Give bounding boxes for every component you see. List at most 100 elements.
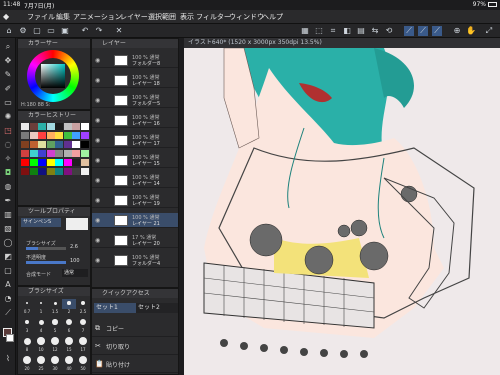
brush-size-preset[interactable]: 20 (20, 356, 34, 371)
brush-size-preset[interactable]: 2.5 (76, 299, 90, 314)
history-swatch[interactable] (80, 123, 89, 130)
brush-size-preset[interactable]: 7 (76, 318, 90, 333)
history-swatch[interactable] (55, 159, 63, 166)
zoom-tool-icon[interactable]: ⌕ (3, 42, 13, 52)
ruler-icon[interactable]: ◧ (342, 26, 352, 36)
brush-size-preset[interactable]: 1 (34, 299, 48, 314)
history-swatch[interactable] (55, 141, 63, 148)
save-icon[interactable]: ▣ (60, 26, 70, 36)
color-wheel[interactable] (27, 50, 79, 102)
eye-icon[interactable]: ◉ (95, 197, 100, 204)
brush-size-preset[interactable]: 17 (76, 337, 90, 352)
layer-row[interactable]: ◉ 100 % 通常 レイヤー 14 (92, 173, 178, 188)
pen-tool-icon[interactable]: ✎ (3, 70, 13, 80)
fill-icon[interactable]: ▦ (300, 26, 310, 36)
brush-size-preset[interactable]: 12 (48, 337, 62, 352)
saturation-value-square[interactable] (41, 64, 65, 88)
history-swatch[interactable] (46, 141, 55, 148)
gradient-tool-icon[interactable]: ▥ (3, 210, 13, 220)
eye-icon[interactable]: ◉ (95, 237, 100, 244)
quick-copy-item[interactable]: ⧉ コピー (92, 319, 178, 337)
brush-size-preset[interactable]: 4 (34, 318, 48, 333)
history-swatch[interactable] (46, 150, 55, 157)
history-swatch[interactable] (63, 141, 72, 148)
history-swatch[interactable] (29, 141, 38, 148)
line-tool-icon[interactable]: ⟋ (3, 308, 13, 318)
shape-tool-icon[interactable]: ◯ (3, 238, 13, 248)
history-swatch[interactable] (29, 123, 38, 130)
eyedropper-tool-icon[interactable]: ✒ (3, 196, 13, 206)
quick-set-1-tab[interactable]: セット1 (94, 303, 136, 313)
history-swatch[interactable] (21, 159, 29, 166)
brush-size-preset[interactable]: 6 (62, 318, 76, 333)
history-swatch[interactable] (63, 123, 72, 130)
layer-row[interactable]: ◉ 100 % 通常 レイヤー 21 (92, 213, 178, 228)
history-swatch[interactable] (72, 123, 80, 130)
eye-icon[interactable]: ◉ (95, 157, 100, 164)
wand-tool-icon[interactable]: ✧ (3, 154, 13, 164)
history-swatch[interactable] (38, 141, 46, 148)
brush-size-preset[interactable]: 1.5 (48, 299, 62, 314)
brush-size-preset[interactable]: 15 (62, 337, 76, 352)
layer-row[interactable]: ◉ 100 % 通常 レイヤー 16 (92, 113, 178, 128)
menu-filter[interactable]: フィルター (196, 12, 231, 22)
transform-icon[interactable]: ⬚ (314, 26, 324, 36)
eraser-tool-icon[interactable]: ▭ (3, 98, 13, 108)
history-swatch[interactable] (29, 150, 38, 157)
history-swatch[interactable] (72, 168, 80, 175)
layer-row[interactable]: ◉ 100 % 通常 レイヤー 18 (92, 73, 178, 88)
ruler-tool-icon[interactable]: ◩ (3, 252, 13, 262)
history-swatch[interactable] (21, 141, 29, 148)
history-swatch[interactable] (38, 159, 46, 166)
history-swatch[interactable] (63, 132, 72, 139)
brush-size-preset[interactable]: 8 (20, 337, 34, 352)
brush-size-preset[interactable]: 25 (34, 356, 48, 371)
history-swatch[interactable] (38, 123, 46, 130)
history-swatch[interactable] (80, 168, 89, 175)
menu-edit[interactable]: 編集 (56, 12, 70, 22)
transparent-color-icon[interactable]: ⌇ (3, 354, 13, 364)
airbrush-tool-icon[interactable]: ✺ (3, 112, 13, 122)
quick-set-2-tab[interactable]: セット2 (136, 303, 178, 313)
brush-size-preset[interactable]: 0.7 (20, 299, 34, 314)
open-icon[interactable]: ▭ (46, 26, 56, 36)
history-swatch[interactable] (46, 132, 55, 139)
menu-window[interactable]: ウィンドウ (229, 12, 264, 22)
sub-color-swatch[interactable] (6, 334, 14, 342)
history-swatch[interactable] (38, 132, 46, 139)
history-swatch[interactable] (21, 168, 29, 175)
history-swatch[interactable] (80, 132, 89, 139)
drawing-canvas[interactable] (184, 48, 500, 375)
eye-icon[interactable]: ◉ (95, 177, 100, 184)
history-swatch[interactable] (21, 150, 29, 157)
lasso-tool-icon[interactable]: ◌ (3, 140, 13, 150)
clear-icon[interactable]: ✕ (114, 26, 124, 36)
menu-view[interactable]: 表示 (180, 12, 194, 22)
rotate-icon[interactable]: ⟲ (384, 26, 394, 36)
layer-row[interactable]: ◉ 17 % 通常 レイヤー 20 (92, 233, 178, 248)
canvas-tab[interactable]: イラスト640* (1520 x 3000px 350dpi 13.5%) (184, 38, 500, 48)
flip-icon[interactable]: ⇆ (370, 26, 380, 36)
gear-icon[interactable]: ⚙ (18, 26, 28, 36)
undo-icon[interactable]: ↶ (80, 26, 90, 36)
history-swatch[interactable] (55, 150, 63, 157)
frame-tool-icon[interactable]: ▢ (3, 266, 13, 276)
hand-icon[interactable]: ✋ (466, 26, 476, 36)
eye-icon[interactable]: ◉ (95, 57, 100, 64)
redo-icon[interactable]: ↷ (94, 26, 104, 36)
history-swatch[interactable] (72, 159, 80, 166)
eye-icon[interactable]: ◉ (95, 217, 100, 224)
history-swatch[interactable] (72, 150, 80, 157)
layer-row[interactable]: ◉ 100 % 通常 レイヤー 15 (92, 153, 178, 168)
layer-row[interactable]: ◉ 100 % 通常 レイヤー 19 (92, 193, 178, 208)
eye-icon[interactable]: ◉ (95, 257, 100, 264)
history-swatch[interactable] (29, 168, 38, 175)
brush-size-preset[interactable]: 10 (34, 337, 48, 352)
figure-tool-icon[interactable]: ▧ (3, 224, 13, 234)
quick-paste-item[interactable]: 📋 貼り付け (92, 355, 178, 373)
layer-row[interactable]: ◉ 100 % 通常 フォルダー4 (92, 253, 178, 268)
menu-layer[interactable]: レイヤー (120, 12, 148, 22)
menu-selection[interactable]: 選択範囲 (148, 12, 176, 22)
brush-size-preset[interactable]: 30 (48, 356, 62, 371)
home-icon[interactable]: ⌂ (4, 26, 14, 36)
